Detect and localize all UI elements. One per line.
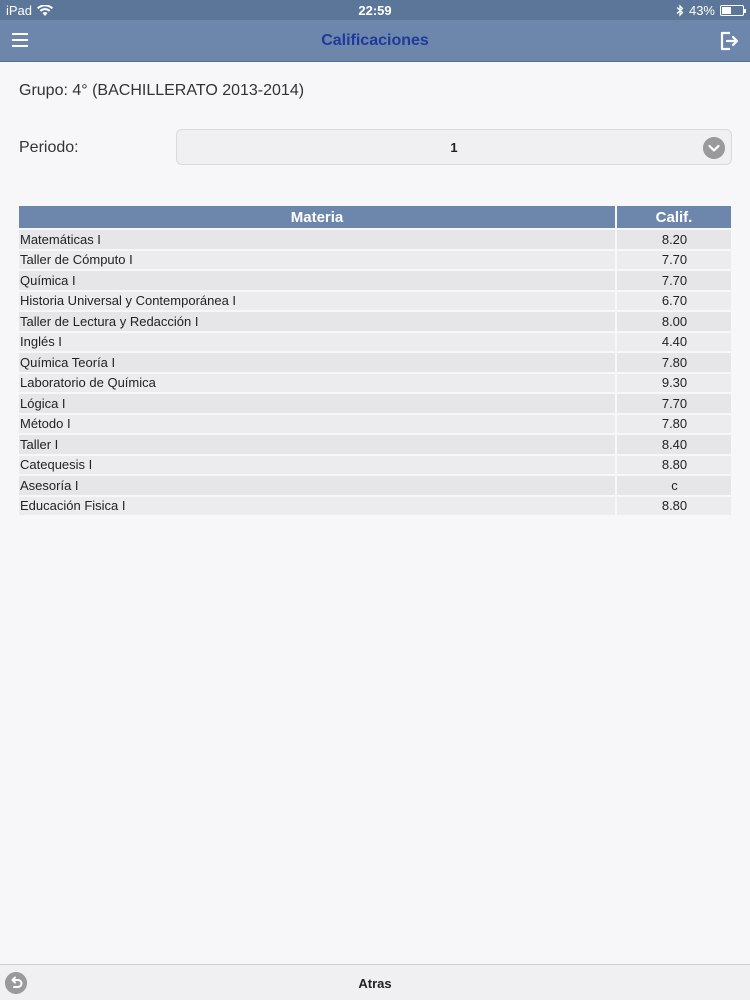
table-row: Química Teoría I 7.80 bbox=[19, 353, 731, 372]
page-title: Calificaciones bbox=[321, 32, 429, 49]
navigation-bar: Calificaciones bbox=[0, 20, 750, 62]
subject-cell: Catequesis I bbox=[19, 455, 615, 474]
subject-cell: Taller de Lectura y Redacción I bbox=[19, 312, 615, 331]
column-header-subject: Materia bbox=[19, 206, 615, 228]
status-bar-right: 43% bbox=[676, 3, 746, 18]
table-row: Taller de Cómputo I 7.70 bbox=[19, 250, 731, 269]
back-button[interactable]: Atras bbox=[0, 976, 750, 991]
period-label: Periodo: bbox=[19, 139, 79, 156]
subject-cell: Método I bbox=[19, 414, 615, 433]
subject-cell: Historia Universal y Contemporánea I bbox=[19, 291, 615, 310]
grade-cell: 7.70 bbox=[617, 271, 731, 290]
grades-table: Materia Calif. Matemáticas I 8.20 Taller d… bbox=[17, 204, 733, 517]
subject-cell: Taller I bbox=[19, 435, 615, 454]
grade-cell: 7.80 bbox=[617, 353, 731, 372]
bottom-bar: Atras bbox=[0, 964, 750, 1000]
grade-cell: 7.70 bbox=[617, 394, 731, 413]
grade-cell: 8.40 bbox=[617, 435, 731, 454]
table-row: Método I 7.80 bbox=[19, 414, 731, 433]
grade-cell: 8.80 bbox=[617, 496, 731, 515]
period-value: 1 bbox=[450, 140, 458, 155]
subject-cell: Asesoría I bbox=[19, 476, 615, 495]
subject-cell: Laboratorio de Química bbox=[19, 373, 615, 392]
grade-cell: 8.20 bbox=[617, 230, 731, 249]
column-header-grade: Calif. bbox=[617, 206, 731, 228]
subject-cell: Química Teoría I bbox=[19, 353, 615, 372]
status-time: 22:59 bbox=[358, 3, 392, 18]
table-row: Taller de Lectura y Redacción I 8.00 bbox=[19, 312, 731, 331]
table-row: Matemáticas I 8.20 bbox=[19, 230, 731, 249]
logout-icon[interactable] bbox=[718, 30, 740, 52]
grade-cell: c bbox=[617, 476, 731, 495]
group-info: Grupo: 4° (BACHILLERATO 2013-2014) bbox=[19, 82, 305, 99]
table-row: Taller I 8.40 bbox=[19, 435, 731, 454]
bluetooth-icon bbox=[676, 4, 684, 17]
grade-cell: 6.70 bbox=[617, 291, 731, 310]
grade-cell: 4.40 bbox=[617, 332, 731, 351]
table-row: Educación Fisica I 8.80 bbox=[19, 496, 731, 515]
grades-table-body: Matemáticas I 8.20 Taller de Cómputo I 7.70… bbox=[19, 230, 731, 515]
subject-cell: Matemáticas I bbox=[19, 230, 615, 249]
grade-cell: 7.70 bbox=[617, 250, 731, 269]
grade-cell: 9.30 bbox=[617, 373, 731, 392]
subject-cell: Química I bbox=[19, 271, 615, 290]
table-row: Química I 7.70 bbox=[19, 271, 731, 290]
subject-cell: Educación Fisica I bbox=[19, 496, 615, 515]
table-row: Catequesis I 8.80 bbox=[19, 455, 731, 474]
grade-cell: 8.80 bbox=[617, 455, 731, 474]
status-bar: iPad 22:59 43% bbox=[0, 0, 750, 20]
table-row: Laboratorio de Química 9.30 bbox=[19, 373, 731, 392]
grade-cell: 7.80 bbox=[617, 414, 731, 433]
subject-cell: Taller de Cómputo I bbox=[19, 250, 615, 269]
table-row: Lógica I 7.70 bbox=[19, 394, 731, 413]
subject-cell: Inglés I bbox=[19, 332, 615, 351]
table-row: Inglés I 4.40 bbox=[19, 332, 731, 351]
grade-cell: 8.00 bbox=[617, 312, 731, 331]
battery-percent: 43% bbox=[688, 3, 715, 18]
table-header-row: Materia Calif. bbox=[19, 206, 731, 228]
battery-icon bbox=[720, 5, 746, 16]
subject-cell: Lógica I bbox=[19, 394, 615, 413]
table-row: Historia Universal y Contemporánea I 6.70 bbox=[19, 291, 731, 310]
period-select[interactable]: 1 bbox=[176, 129, 732, 165]
table-row: Asesoría Ic bbox=[19, 476, 731, 495]
chevron-down-icon bbox=[703, 137, 725, 159]
